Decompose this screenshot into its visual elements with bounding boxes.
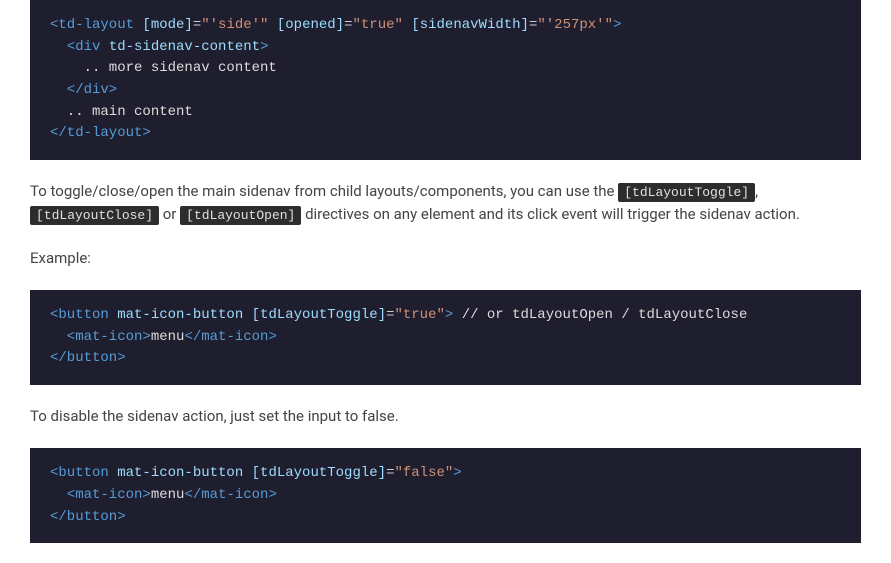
- attr: [tdLayoutToggle]: [243, 465, 386, 481]
- attr: [opened]: [277, 17, 344, 33]
- tag-close: </button>: [50, 509, 126, 525]
- attr-value: "false": [394, 465, 453, 481]
- attr: [tdLayoutToggle]: [243, 307, 386, 323]
- tag-close: </button>: [50, 350, 126, 366]
- paragraph-disable: To disable the sidenav action, just set …: [30, 405, 861, 428]
- code-block-2: <button mat-icon-button [tdLayoutToggle]…: [30, 290, 861, 385]
- attr: [sidenavWidth]: [411, 17, 529, 33]
- attr: td-sidenav-content: [100, 39, 260, 55]
- tag-close: </mat-icon>: [184, 329, 276, 345]
- inline-code: [tdLayoutClose]: [30, 206, 159, 225]
- tag-open: <td-layout: [50, 17, 134, 33]
- code-block-1: <td-layout [mode]="'side'" [opened]="tru…: [30, 0, 861, 160]
- code-comment: // or tdLayoutOpen / tdLayoutClose: [453, 307, 747, 323]
- tag-open: <mat-icon>: [50, 329, 151, 345]
- tag-close: </div>: [50, 82, 117, 98]
- paragraph-1: To toggle/close/open the main sidenav fr…: [30, 180, 861, 227]
- paragraph-example: Example:: [30, 247, 861, 270]
- inline-code: [tdLayoutOpen]: [180, 206, 301, 225]
- attr-value: "true": [394, 307, 444, 323]
- attr-value: "'side'": [201, 17, 268, 33]
- tag-close: </td-layout>: [50, 125, 151, 141]
- code-text: .. more sidenav content: [50, 60, 277, 76]
- code-text: menu: [151, 487, 185, 503]
- tag-open: <button: [50, 307, 109, 323]
- tag-open: <mat-icon>: [50, 487, 151, 503]
- attr: mat-icon-button: [109, 307, 243, 323]
- attr-value: "true": [353, 17, 403, 33]
- attr-value: "'257px'": [537, 17, 613, 33]
- tag-close: </mat-icon>: [184, 487, 276, 503]
- inline-code: [tdLayoutToggle]: [618, 183, 755, 202]
- attr: mat-icon-button: [109, 465, 243, 481]
- tag-open: <button: [50, 465, 109, 481]
- code-text: menu: [151, 329, 185, 345]
- tag-open: <div: [50, 39, 100, 55]
- code-block-3: <button mat-icon-button [tdLayoutToggle]…: [30, 448, 861, 543]
- code-text: .. main content: [50, 104, 193, 120]
- attr: [mode]: [142, 17, 192, 33]
